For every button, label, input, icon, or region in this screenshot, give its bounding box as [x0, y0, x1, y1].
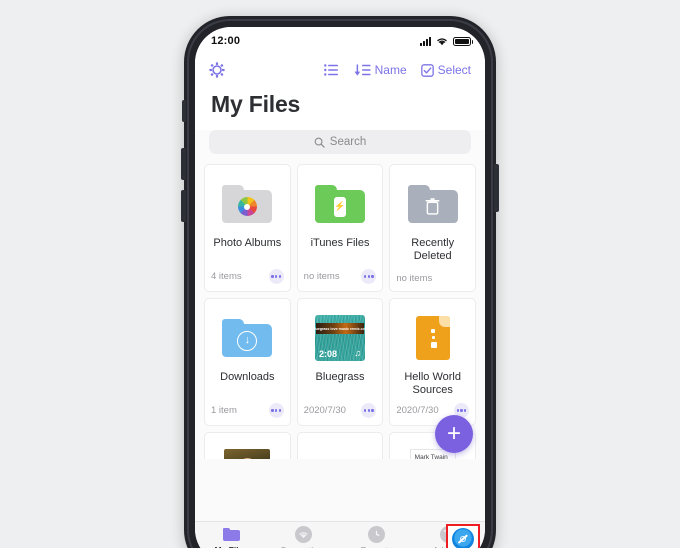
file-card-clipboard[interactable]: [296, 432, 384, 459]
card-footer: 2020/7/30: [304, 403, 377, 418]
tab-bar: My Files Connections: [195, 521, 485, 548]
tab-recents[interactable]: Recents: [340, 525, 413, 548]
volume-down-button[interactable]: [181, 190, 186, 222]
phone-screen: 12:00 Name Select My Files Search Photo …: [195, 27, 485, 548]
page-title: My Files: [195, 87, 485, 130]
itunes-folder-icon: [315, 181, 365, 227]
power-button[interactable]: [494, 164, 499, 212]
card-footer: no items: [304, 269, 377, 284]
file-name: Downloads: [220, 371, 275, 383]
trash-folder-icon: [407, 181, 458, 227]
status-bar: 12:00: [195, 27, 485, 53]
app-toolbar: Name Select: [195, 53, 485, 87]
clock-icon: [367, 525, 385, 543]
search-input[interactable]: Search: [209, 130, 471, 154]
safari-compass-highlight[interactable]: [446, 524, 480, 548]
file-name: Bluegrass: [315, 371, 365, 383]
silent-switch[interactable]: [182, 100, 186, 122]
cellular-bars-icon: [420, 36, 431, 46]
file-card-itunes-files[interactable]: iTunes Files no items: [296, 164, 384, 292]
wifi-icon: [437, 38, 447, 46]
file-card-downloads[interactable]: ↓ Downloads 1 item: [204, 298, 291, 426]
wifi-icon: [295, 525, 313, 543]
file-name: iTunes Files: [310, 237, 370, 249]
screenshot-stage: 12:00 Name Select My Files Search Photo …: [0, 0, 680, 548]
card-footer: no items: [396, 273, 469, 284]
more-options-button[interactable]: [361, 269, 377, 284]
volume-up-button[interactable]: [181, 148, 186, 180]
search-icon: [314, 137, 325, 148]
add-button[interactable]: +: [435, 415, 473, 453]
list-view-icon[interactable]: [323, 64, 338, 76]
file-meta: no items: [396, 273, 433, 284]
file-name: Photo Albums: [213, 237, 282, 249]
file-meta: no items: [303, 271, 340, 282]
video-duration: 2:08: [319, 349, 338, 359]
file-grid: Photo Albums 4 items iTunes Files no ite…: [195, 164, 485, 459]
file-meta: 4 items: [211, 271, 242, 282]
safari-compass-icon[interactable]: [452, 528, 474, 548]
status-icons: [420, 36, 473, 46]
file-meta: 2020/7/30: [303, 405, 346, 416]
photos-folder-icon: [222, 181, 273, 227]
search-placeholder: Search: [329, 136, 367, 148]
more-options-button[interactable]: [268, 269, 284, 284]
file-card-mona-lisa[interactable]: [204, 432, 291, 459]
card-footer: 4 items: [211, 269, 284, 284]
file-card-photo-albums[interactable]: Photo Albums 4 items: [204, 164, 291, 292]
archive-document-icon: [415, 315, 450, 361]
file-meta: 1 item: [211, 405, 237, 416]
card-footer: 1 item: [211, 403, 284, 418]
file-card-bluegrass[interactable]: Bluegrass love music remix.com 2:08 ♫ Bl…: [296, 298, 384, 426]
file-meta: 2020/7/30: [396, 405, 439, 416]
mona-lisa-image: [224, 449, 271, 459]
settings-gear-icon[interactable]: [209, 62, 225, 78]
downloads-folder-icon: ↓: [222, 315, 273, 361]
file-name: Recently Deleted: [411, 237, 455, 262]
more-options-button[interactable]: [361, 403, 377, 418]
file-row: Photo Albums 4 items iTunes Files no ite…: [204, 164, 477, 292]
checkbox-icon: [420, 63, 434, 77]
phone-frame: 12:00 Name Select My Files Search Photo …: [181, 16, 499, 548]
sort-label: Name: [374, 63, 407, 77]
select-label: Select: [437, 63, 471, 77]
tab-my-files[interactable]: My Files: [195, 525, 268, 548]
video-banner-text: Bluegrass love music remix.com: [315, 326, 365, 331]
status-time: 12:00: [211, 35, 241, 47]
music-note-icon: ♫: [354, 348, 361, 358]
file-row: ↓ Downloads 1 item Bluegrass love mu: [204, 298, 477, 426]
clipboard-image: [317, 449, 363, 459]
more-options-button[interactable]: [268, 403, 284, 418]
sort-descending-icon: [354, 64, 371, 76]
search-section: Search: [195, 130, 485, 164]
battery-full-icon: [453, 36, 473, 46]
file-card-recently-deleted[interactable]: Recently Deleted no items: [389, 164, 477, 292]
sort-button[interactable]: Name: [354, 63, 407, 77]
tab-connections[interactable]: Connections: [268, 525, 341, 548]
file-card-hello-world-sources[interactable]: Hello World Sources 2020/7/30: [389, 298, 477, 426]
select-button[interactable]: Select: [420, 63, 471, 77]
file-name: Hello World Sources: [404, 371, 461, 396]
folder-icon: [222, 525, 240, 543]
video-thumbnail: Bluegrass love music remix.com 2:08 ♫: [315, 315, 365, 361]
